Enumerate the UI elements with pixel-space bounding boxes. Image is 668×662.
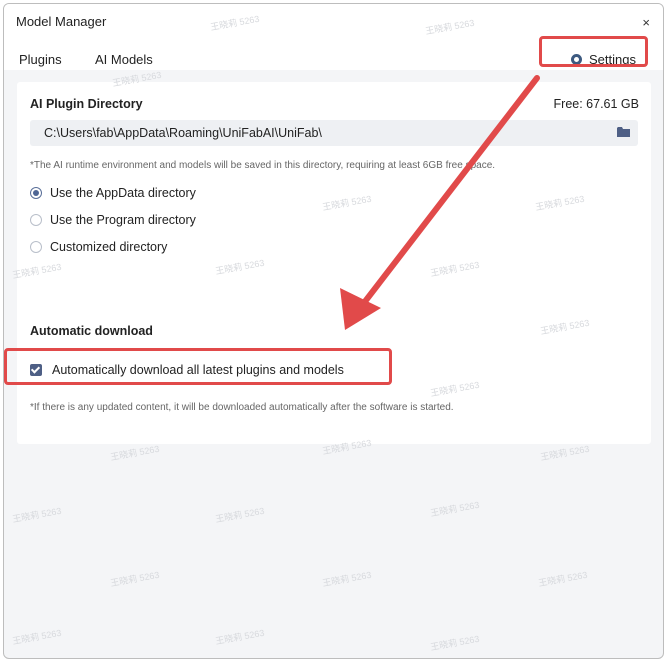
radio-appdata[interactable]: Use the AppData directory [30, 186, 196, 204]
window-title: Model Manager [16, 14, 107, 29]
tab-plugins[interactable]: Plugins [19, 52, 62, 67]
tab-ai-models[interactable]: AI Models [95, 52, 153, 67]
radio-button[interactable] [30, 187, 42, 199]
radio-label: Use the Program directory [50, 213, 196, 227]
close-icon[interactable]: × [642, 15, 650, 30]
directory-path-field[interactable]: C:\Users\fab\AppData\Roaming\UniFabAI\Un… [30, 120, 638, 146]
radio-customized[interactable]: Customized directory [30, 240, 167, 258]
auto-download-note: *If there is any updated content, it wil… [30, 402, 454, 413]
model-manager-window: Model Manager × Plugins AI Models Settin… [3, 3, 664, 659]
directory-note: *The AI runtime environment and models w… [30, 160, 496, 171]
auto-download-highlight-box [4, 348, 392, 385]
auto-download-heading: Automatic download [30, 324, 153, 338]
free-space-label: Free: 67.61 GB [553, 97, 639, 111]
radio-button[interactable] [30, 241, 42, 253]
settings-highlight-box [539, 36, 648, 67]
folder-icon[interactable] [617, 127, 630, 137]
settings-panel: AI Plugin Directory Free: 67.61 GB C:\Us… [17, 82, 651, 444]
radio-label: Customized directory [50, 240, 168, 254]
radio-button[interactable] [30, 214, 42, 226]
radio-label: Use the AppData directory [50, 186, 196, 200]
title-bar: Model Manager × [4, 4, 663, 38]
radio-program[interactable]: Use the Program directory [30, 213, 196, 231]
plugin-directory-heading: AI Plugin Directory [30, 97, 143, 111]
directory-path-value: C:\Users\fab\AppData\Roaming\UniFabAI\Un… [44, 126, 322, 140]
